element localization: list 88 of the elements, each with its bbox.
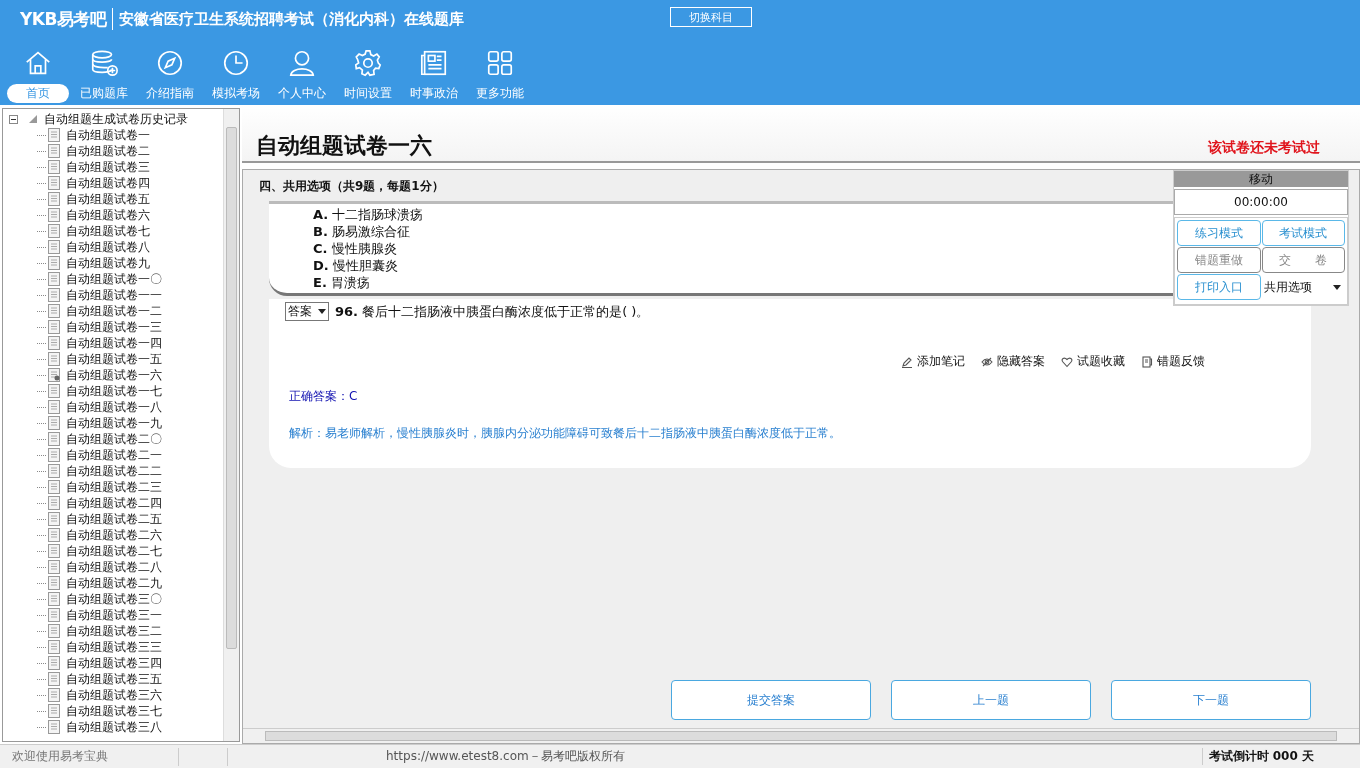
tree-item[interactable]: 自动组题试卷一七 [66, 382, 162, 400]
grid-icon[interactable] [485, 48, 515, 78]
tool-link[interactable]: 试题收藏 [1061, 353, 1125, 370]
option-text: A. 十二指肠球溃疡 [313, 206, 424, 223]
tree-item[interactable]: 自动组题试卷二五 [66, 510, 162, 528]
tree-item[interactable]: 自动组题试卷二八 [66, 558, 162, 576]
document-icon [1141, 355, 1153, 368]
tree-item[interactable]: 自动组题试卷三 [66, 158, 150, 176]
caret-icon [318, 309, 326, 314]
previous-button[interactable]: 上一题 [891, 680, 1091, 720]
compass-icon[interactable] [155, 48, 185, 78]
correct-answer: 正确答案：C [289, 388, 359, 405]
tree-item[interactable]: 自动组题试卷三三 [66, 638, 162, 656]
eye-icon [981, 355, 993, 368]
tree-item[interactable]: 自动组题试卷五 [66, 190, 150, 208]
newspaper-icon[interactable] [419, 48, 449, 78]
tree-item[interactable]: 自动组题试卷四 [66, 174, 150, 192]
timer: 00:00:00 [1174, 189, 1348, 215]
tree-item[interactable]: 自动组题试卷二〇 [66, 430, 162, 448]
next-button[interactable]: 下一题 [1111, 680, 1311, 720]
app-logo: YKB易考吧 [20, 7, 107, 31]
expander-icon[interactable] [9, 114, 18, 124]
tree-item[interactable]: 自动组题试卷二 [66, 142, 150, 160]
tree-item[interactable]: 自动组题试卷八 [66, 238, 150, 256]
section-heading: 四、共用选项（共9题，每题1分） [259, 178, 444, 195]
answer-dropdown[interactable]: 答案 [285, 302, 329, 321]
tree-item[interactable]: 自动组题试卷一四 [66, 334, 162, 352]
tree-item[interactable]: 自动组题试卷三二 [66, 622, 162, 640]
folder-icon [28, 114, 38, 124]
tree-item[interactable]: 自动组题试卷三一 [66, 606, 162, 624]
answer-analysis: 解析：易老师解析，慢性胰腺炎时，胰腺内分泌功能障碍可致餐后十二指肠液中胰蛋白酶浓度低于正常。 [289, 425, 842, 442]
pencil-icon [901, 355, 913, 368]
tool-link[interactable]: 隐藏答案 [981, 353, 1045, 370]
tree-item[interactable]: 自动组题试卷一九 [66, 414, 162, 432]
tree-item[interactable]: 自动组题试卷一〇 [66, 270, 162, 288]
tree-item[interactable]: 自动组题试卷一五 [66, 350, 162, 368]
tree-item[interactable]: 自动组题试卷一 [66, 126, 150, 144]
settings-icon[interactable] [353, 48, 383, 78]
tree-item[interactable]: 自动组题试卷二六 [66, 526, 162, 544]
heart-icon [1061, 355, 1073, 368]
clock-icon[interactable] [221, 48, 251, 78]
tree-item[interactable]: 自动组题试卷三四 [66, 654, 162, 672]
mode-button[interactable]: 练习模式 [1177, 220, 1261, 246]
tree-item[interactable]: 自动组题生成试卷历史记录 [44, 110, 188, 128]
mode-button[interactable]: 打印入口 [1177, 274, 1261, 300]
option-text: D. 慢性胆囊炎 [313, 257, 398, 274]
paper-title: 自动组题试卷一六 [256, 132, 432, 160]
mode-button[interactable]: 交 卷 [1261, 247, 1345, 273]
copyright-text: https://www.etest8.com－易考吧版权所有 [386, 748, 626, 765]
scrollbar[interactable] [243, 728, 1359, 743]
tree-item[interactable]: 自动组题试卷一六 [66, 366, 162, 384]
option-text: B. 肠易激综合征 [313, 223, 410, 240]
tree-item[interactable]: 自动组题试卷三五 [66, 670, 162, 688]
tree-item[interactable]: 自动组题试卷六 [66, 206, 150, 224]
mode-button[interactable]: 错题重做 [1177, 247, 1261, 273]
user-icon[interactable] [287, 48, 317, 78]
tree-item[interactable]: 自动组题试卷九 [66, 254, 150, 272]
tree-item[interactable]: 自动组题试卷一八 [66, 398, 162, 416]
welcome-text: 欢迎使用易考宝典 [11, 748, 109, 765]
option-text: E. 胃溃疡 [313, 274, 370, 291]
mode-button[interactable]: 考试模式 [1261, 220, 1345, 246]
database-icon[interactable] [89, 48, 119, 78]
tree-item[interactable]: 自动组题试卷一三 [66, 318, 162, 336]
tree-item[interactable]: 自动组题试卷三八 [66, 718, 162, 736]
tree-item[interactable]: 自动组题试卷二一 [66, 446, 162, 464]
option-text: C. 慢性胰腺炎 [313, 240, 397, 257]
exam-status: 该试卷还未考试过 [1208, 139, 1320, 157]
tree-item[interactable]: 自动组题试卷三〇 [66, 590, 162, 608]
tree-item[interactable]: 自动组题试卷二二 [66, 462, 162, 480]
tree-item[interactable]: 自动组题试卷二四 [66, 494, 162, 512]
tree-item[interactable]: 自动组题试卷二九 [66, 574, 162, 592]
tree-item[interactable]: 自动组题试卷一一 [66, 286, 162, 304]
caret-icon [1333, 284, 1341, 290]
tree-item[interactable]: 自动组题试卷三六 [66, 686, 162, 704]
tree-item[interactable]: 自动组题试卷二七 [66, 542, 162, 560]
tree-item[interactable]: 自动组题试卷二三 [66, 478, 162, 496]
submit-button[interactable]: 提交答案 [671, 680, 871, 720]
scrollbar[interactable] [223, 109, 239, 741]
move-handle[interactable]: 移动 [1174, 171, 1348, 187]
tool-link[interactable]: 添加笔记 [901, 353, 965, 370]
tree-item[interactable]: 自动组题试卷一二 [66, 302, 162, 320]
tree-item[interactable]: 自动组题试卷七 [66, 222, 150, 240]
tool-link[interactable]: 错题反馈 [1141, 353, 1205, 370]
countdown-text: 考试倒计时 000 天 [1201, 748, 1360, 765]
app-title: 安徽省医疗卫生系统招聘考试（消化内科）在线题库 [119, 9, 465, 29]
tree-item[interactable]: 自动组题试卷三七 [66, 702, 162, 720]
question-text: 96. 餐后十二指肠液中胰蛋白酶浓度低于正常的是( )。 [335, 302, 650, 321]
section-dropdown[interactable]: 共用选项 [1261, 274, 1345, 300]
